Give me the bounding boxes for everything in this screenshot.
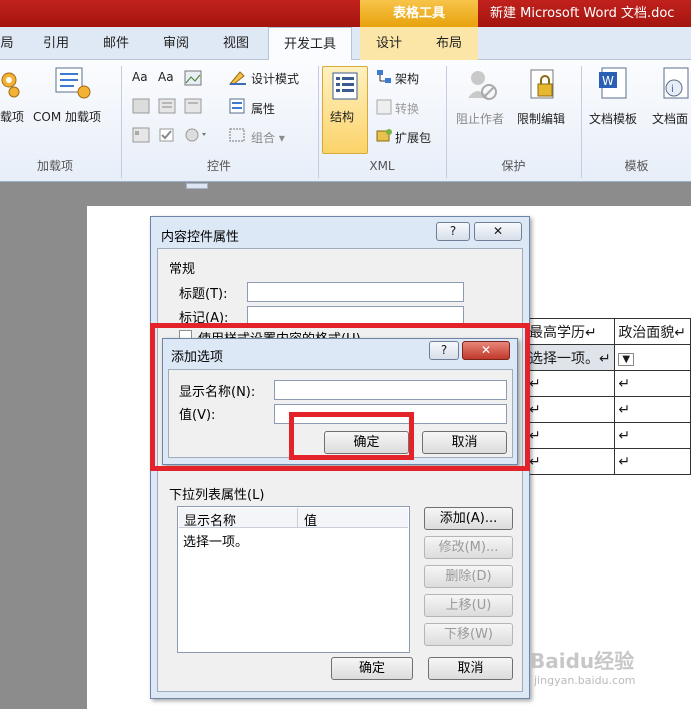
- document-panel-icon: i: [663, 67, 689, 99]
- tab-mailings[interactable]: 邮件: [96, 27, 136, 60]
- table-cell[interactable]: ↵: [524, 370, 616, 397]
- move-down-button[interactable]: 下移(W): [424, 623, 513, 646]
- tab-view[interactable]: 视图: [215, 27, 257, 60]
- restrict-editing-icon: [530, 69, 554, 99]
- table-cell[interactable]: ▼: [614, 344, 691, 371]
- tab-developer[interactable]: 开发工具: [268, 27, 352, 61]
- transform-button[interactable]: 转换: [395, 100, 419, 117]
- schema-icon: [377, 70, 391, 83]
- expansion-pack-button[interactable]: 扩展包: [395, 129, 431, 146]
- picture-control-icon[interactable]: [184, 70, 202, 86]
- restrict-editing-button[interactable]: 限制编辑: [517, 110, 565, 127]
- title-label: 标题(T):: [179, 287, 228, 302]
- rich-text-control-icon[interactable]: Aa: [132, 70, 148, 84]
- section-dropdown-properties: 下拉列表属性(L): [169, 488, 265, 503]
- dropdown-content-control[interactable]: 选择一项。↵: [524, 344, 616, 371]
- group-icon: [229, 128, 245, 142]
- table-cell[interactable]: ↵: [524, 448, 616, 475]
- table-cell[interactable]: 最高学历↵: [524, 318, 616, 345]
- dialog-title: 内容控件属性: [161, 230, 240, 245]
- move-up-button[interactable]: 上移(U): [424, 594, 513, 617]
- plain-text-control-icon[interactable]: Aa: [158, 70, 174, 84]
- group-label-xml: XML: [369, 159, 395, 173]
- group-label-controls: 控件: [206, 159, 231, 173]
- addins-button[interactable]: 载项: [0, 108, 24, 125]
- com-addins-icon: [55, 67, 91, 99]
- table-cell[interactable]: ↵: [524, 396, 616, 423]
- group-label-templates: 模板: [624, 159, 649, 173]
- legacy-tools-icon[interactable]: [184, 127, 210, 143]
- expansion-pack-icon: [376, 129, 392, 142]
- svg-text:i: i: [671, 84, 674, 95]
- title-input[interactable]: [247, 282, 464, 302]
- column-display-name[interactable]: 显示名称: [184, 510, 236, 529]
- watermark-brand: Baidu经验: [530, 649, 635, 673]
- group-label-addins: 加载项: [36, 159, 73, 173]
- close-button[interactable]: ✕: [474, 222, 522, 241]
- svg-text:W: W: [602, 74, 614, 88]
- column-value[interactable]: 值: [304, 510, 317, 529]
- dropdown-list-icon[interactable]: [184, 98, 202, 114]
- table-cell[interactable]: ↵: [524, 422, 616, 449]
- ruler-indent-marker[interactable]: [186, 183, 208, 189]
- tab-design[interactable]: 设计: [368, 27, 410, 60]
- checkbox-control-icon[interactable]: [158, 127, 176, 143]
- dropdown-arrow-icon[interactable]: ▼: [618, 352, 635, 366]
- tab-references[interactable]: 引用: [36, 27, 76, 60]
- table-cell[interactable]: 政治面貌↵: [614, 318, 691, 345]
- group-label-protect: 保护: [501, 159, 526, 173]
- date-picker-icon[interactable]: [132, 127, 150, 143]
- document-template-icon: W: [599, 67, 627, 99]
- tab-review[interactable]: 审阅: [155, 27, 197, 60]
- schema-button[interactable]: 架构: [395, 70, 419, 87]
- table-cell[interactable]: ↵: [614, 370, 691, 397]
- column-divider: [297, 508, 298, 528]
- block-authors-button[interactable]: 阻止作者: [456, 110, 504, 127]
- properties-icon: [229, 98, 245, 114]
- list-item[interactable]: 选择一项。: [183, 531, 248, 550]
- design-mode-icon: [228, 71, 246, 85]
- combo-box-icon[interactable]: [158, 98, 176, 114]
- tab-layout[interactable]: 布局: [428, 27, 470, 60]
- document-table: 最高学历↵ 政治面貌↵ 选择一项。↵ ▼ ↵ ↵ ↵ ↵ ↵ ↵ ↵ ↵: [524, 318, 691, 475]
- highlight-box-ok: [289, 412, 414, 460]
- context-group-table-tools: 表格工具: [360, 0, 478, 27]
- table-cell[interactable]: ↵: [614, 396, 691, 423]
- block-authors-icon: [468, 71, 497, 100]
- properties-button[interactable]: 属性: [251, 100, 275, 117]
- document-title: 新建 Microsoft Word 文档.doc: [490, 6, 675, 21]
- ok-button[interactable]: 确定: [331, 657, 413, 680]
- table-cell[interactable]: ↵: [614, 448, 691, 475]
- tab-layout-partial[interactable]: 局: [0, 27, 14, 60]
- structure-icon: [332, 72, 358, 100]
- delete-button[interactable]: 删除(D): [424, 565, 513, 588]
- gear-icon: [1, 72, 20, 98]
- document-panel-button[interactable]: 文档面: [652, 110, 688, 127]
- add-button[interactable]: 添加(A)...: [424, 507, 513, 530]
- cancel-button[interactable]: 取消: [428, 657, 513, 680]
- section-general: 常规: [169, 262, 196, 277]
- group-button[interactable]: 组合 ▾: [251, 129, 285, 146]
- structure-button[interactable]: 结构: [330, 108, 354, 125]
- design-mode-button[interactable]: 设计模式: [251, 70, 299, 87]
- table-cell[interactable]: ↵: [614, 422, 691, 449]
- watermark-url: jingyan.baidu.com: [534, 674, 636, 687]
- help-button[interactable]: ?: [436, 222, 470, 241]
- document-template-button[interactable]: 文档模板: [589, 110, 637, 127]
- com-addins-button[interactable]: COM 加载项: [33, 108, 101, 125]
- building-block-icon[interactable]: [132, 98, 150, 114]
- transform-icon: [376, 99, 392, 115]
- modify-button[interactable]: 修改(M)...: [424, 536, 513, 559]
